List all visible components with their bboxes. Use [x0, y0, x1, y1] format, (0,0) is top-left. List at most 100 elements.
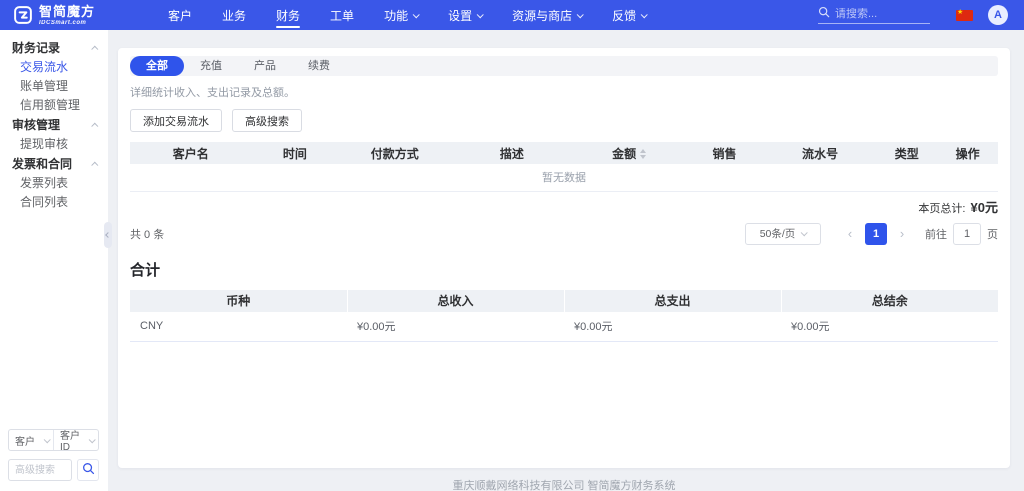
sidebar: 财务记录交易流水 账单管理 信用额管理审核管理提现审核发票和合同发票列表 合同列表 客… — [0, 30, 108, 491]
nav-item-label: 工单 — [330, 8, 355, 23]
brand-name: 智简魔方 — [39, 3, 96, 19]
sidebar-item[interactable]: 交易流水 — [0, 58, 108, 77]
nav-item[interactable]: 设置 — [446, 0, 484, 30]
sidebar-item[interactable]: 提现审核 — [0, 135, 108, 154]
tab[interactable]: 产品 — [238, 56, 292, 76]
customer-type-select[interactable]: 客户 — [9, 430, 53, 450]
search-icon — [82, 462, 95, 478]
chevron-down-icon — [800, 229, 809, 237]
sidebar-group-label: 财务记录 — [12, 41, 61, 55]
column-header: 类型 — [876, 142, 938, 164]
summary-body: CNY ¥0.00元 ¥0.00元 ¥0.00元 — [130, 311, 998, 342]
pagination-row: 共 0 条 50条/页 ‹ 1 › 前往 页 — [130, 222, 998, 245]
nav-item-label: 客户 — [168, 8, 193, 23]
nav-menu: 客户 业务 财务 工单 功能 设置 资源与商店 反馈 — [166, 0, 674, 30]
page-size-value: 50条/页 — [759, 228, 796, 240]
advanced-search-button[interactable]: 高级搜索 — [232, 109, 302, 132]
add-transaction-button[interactable]: 添加交易流水 — [130, 109, 222, 132]
column-header: 客户名 — [130, 142, 252, 164]
summary-row: CNY ¥0.00元 ¥0.00元 ¥0.00元 — [130, 311, 998, 342]
nav-item-label: 反馈 — [612, 8, 637, 23]
nav-item[interactable]: 客户 — [166, 0, 194, 30]
sidebar-group-label: 发票和合同 — [12, 157, 73, 171]
sidebar-search-row — [8, 459, 99, 481]
nav-item[interactable]: 业务 — [220, 0, 248, 30]
user-avatar[interactable]: A — [988, 5, 1008, 25]
summary-table: 币种 总收入 总支出 总结余 CNY ¥0.00元 ¥0.00元 ¥0.00元 — [130, 289, 998, 342]
nav-item[interactable]: 工单 — [328, 0, 356, 30]
pagination: 50条/页 ‹ 1 › 前往 页 — [745, 222, 998, 245]
chevron-down-icon — [43, 435, 51, 443]
nav-item-label: 功能 — [384, 8, 409, 23]
current-page-button[interactable]: 1 — [865, 222, 887, 245]
tab[interactable]: 充值 — [184, 56, 238, 76]
tab[interactable]: 全部 — [130, 56, 184, 76]
chevron-down-icon — [412, 10, 420, 18]
table-empty-row: 暂无数据 — [130, 164, 998, 192]
empty-state-text: 暂无数据 — [130, 164, 998, 192]
next-page-button[interactable]: › — [891, 223, 913, 245]
prev-page-button[interactable]: ‹ — [839, 223, 861, 245]
sort-icon[interactable] — [640, 149, 647, 160]
column-header-label: 付款方式 — [370, 146, 419, 161]
tab[interactable]: 续费 — [292, 56, 346, 76]
page-description: 详细统计收入、支出记录及总额。 — [130, 87, 295, 99]
nav-item-label: 设置 — [448, 8, 473, 23]
sidebar-collapse-handle[interactable] — [104, 222, 112, 248]
summary-column-header: 总收入 — [347, 289, 565, 312]
page-size-select[interactable]: 50条/页 — [745, 222, 821, 245]
column-header: 付款方式 — [338, 142, 452, 164]
summary-cell: ¥0.00元 — [347, 311, 564, 342]
filter-tabs: 全部 充值 产品 续费 — [130, 56, 998, 76]
page-layout: 财务记录交易流水 账单管理 信用额管理审核管理提现审核发票和合同发票列表 合同列表 客… — [0, 30, 1024, 491]
column-header-label: 流水号 — [802, 146, 839, 161]
summary-column-header: 总结余 — [781, 289, 998, 312]
sidebar-item[interactable]: 信用额管理 — [0, 96, 108, 115]
nav-item[interactable]: 财务 — [274, 0, 302, 30]
chevron-down-icon — [640, 10, 648, 18]
sidebar-group-label: 审核管理 — [12, 118, 61, 132]
summary-title: 合计 — [130, 261, 161, 279]
nav-item[interactable]: 资源与商店 — [510, 0, 584, 30]
summary-cell: ¥0.00元 — [781, 311, 998, 342]
content-card: 全部 充值 产品 续费 详细统计收入、支出记录及总额。 添加交易流水 高级搜索 客户名… — [118, 48, 1010, 468]
column-header-label: 类型 — [894, 146, 919, 161]
global-search[interactable] — [818, 6, 930, 24]
brand-logo-icon — [14, 6, 32, 24]
main-content: 全部 充值 产品 续费 详细统计收入、支出记录及总额。 添加交易流水 高级搜索 客户名… — [108, 30, 1024, 491]
advanced-search-input[interactable] — [8, 459, 72, 481]
nav-item[interactable]: 反馈 — [610, 0, 648, 30]
column-header-label: 金额 — [612, 146, 637, 161]
global-search-input[interactable] — [835, 7, 921, 20]
column-header-label: 描述 — [499, 146, 524, 161]
sidebar-group-header[interactable]: 发票和合同 — [0, 154, 108, 174]
column-header[interactable]: 金额 — [572, 142, 686, 164]
customer-id-select[interactable]: 客户ID — [53, 430, 98, 453]
sidebar-search-button[interactable] — [77, 459, 99, 481]
sidebar-filter: 客户 客户ID — [8, 429, 99, 481]
customer-type-select-value: 客户 — [15, 436, 35, 448]
transactions-table: 客户名 时间 付款方式 描述 金额 销售 流水号 类型 操作 暂无数据 — [130, 142, 998, 192]
brand-logo[interactable]: 智简魔方 IDCSmart.com — [14, 5, 166, 26]
column-header-label: 时间 — [282, 146, 307, 161]
sidebar-group-header[interactable]: 财务记录 — [0, 38, 108, 58]
goto-unit: 页 — [987, 228, 998, 241]
sidebar-item[interactable]: 账单管理 — [0, 77, 108, 96]
goto-page-input[interactable] — [953, 222, 981, 245]
summary-column-header: 币种 — [130, 289, 348, 312]
brand-domain: IDCSmart.com — [39, 19, 87, 26]
sidebar-item[interactable]: 合同列表 — [0, 193, 108, 212]
page-total-label: 本页总计: — [918, 202, 966, 215]
summary-cell: ¥0.00元 — [564, 311, 781, 342]
sidebar-group-header[interactable]: 审核管理 — [0, 115, 108, 135]
language-flag-icon[interactable]: ★ — [956, 9, 973, 21]
nav-item[interactable]: 功能 — [382, 0, 420, 30]
total-count: 共 0 条 — [130, 228, 165, 241]
summary-column-header: 总支出 — [564, 289, 782, 312]
action-buttons: 添加交易流水 高级搜索 — [130, 109, 998, 132]
column-header: 操作 — [937, 142, 998, 164]
footer-text: 重庆顺戴网络科技有限公司 智简魔方财务系统 — [452, 480, 676, 491]
column-header: 描述 — [451, 142, 573, 164]
sidebar-item[interactable]: 发票列表 — [0, 174, 108, 193]
summary-cell: CNY — [130, 311, 347, 342]
